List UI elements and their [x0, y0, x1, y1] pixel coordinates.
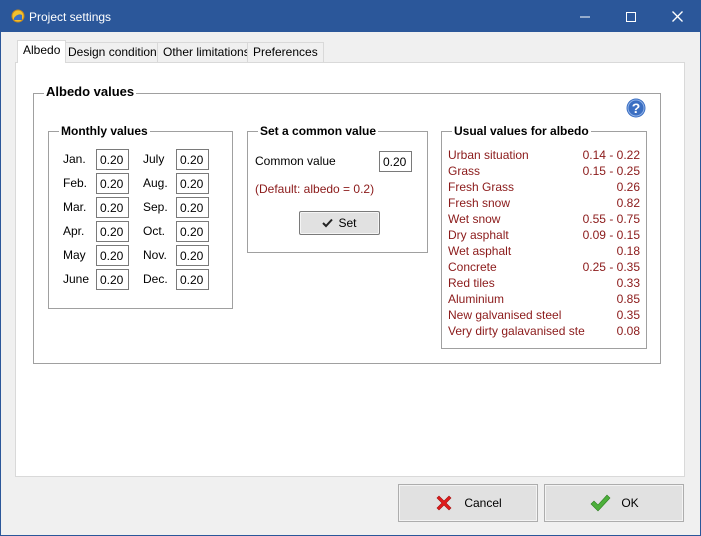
cancel-button-label: Cancel — [464, 496, 502, 510]
month-field-oct[interactable] — [176, 221, 209, 242]
month-label-feb: Feb. — [63, 176, 88, 190]
cancel-button[interactable]: Cancel — [398, 484, 538, 522]
common-value-label: Common value — [255, 154, 336, 168]
month-label-sep: Sep. — [143, 200, 168, 214]
albedo-values-title: Albedo values — [44, 84, 137, 99]
list-item: Dry asphalt 0.09 - 0.15 — [448, 228, 640, 242]
list-item: New galvanised steel 0.35 — [448, 308, 640, 322]
minimize-button[interactable] — [562, 1, 608, 32]
month-label-jun: June — [63, 272, 90, 286]
list-item: Red tiles 0.33 — [448, 276, 640, 290]
title-bar[interactable]: Project settings — [1, 1, 700, 32]
month-field-feb[interactable] — [96, 173, 129, 194]
month-label-jul: July — [143, 152, 165, 166]
month-label-apr: Apr. — [63, 224, 85, 238]
set-button-label: Set — [338, 216, 357, 230]
month-label-jan: Jan. — [63, 152, 86, 166]
list-item: Concrete 0.25 - 0.35 — [448, 260, 640, 274]
close-button[interactable] — [654, 1, 700, 32]
month-field-jan[interactable] — [96, 149, 129, 170]
sun-icon — [11, 9, 25, 23]
monthly-values-title: Monthly values — [59, 124, 150, 138]
red-x-icon — [436, 495, 452, 511]
month-label-may: May — [63, 248, 86, 262]
usual-values-title: Usual values for albedo — [452, 124, 591, 138]
checkmark-icon — [322, 218, 334, 228]
month-label-aug: Aug. — [143, 176, 168, 190]
tab-other-limitations[interactable]: Other limitations — [157, 42, 256, 62]
list-item: Wet asphalt 0.18 — [448, 244, 640, 258]
month-field-apr[interactable] — [96, 221, 129, 242]
list-item: Fresh snow 0.82 — [448, 196, 640, 210]
tab-albedo[interactable]: Albedo — [17, 40, 67, 63]
ok-button-label: OK — [621, 496, 639, 510]
list-item: Urban situation 0.14 - 0.22 — [448, 148, 640, 162]
list-item: Grass 0.15 - 0.25 — [448, 164, 640, 178]
month-field-dec[interactable] — [176, 269, 209, 290]
common-value-field[interactable] — [379, 151, 412, 172]
month-field-aug[interactable] — [176, 173, 209, 194]
month-field-jul[interactable] — [176, 149, 209, 170]
month-label-nov: Nov. — [143, 248, 167, 262]
common-value-group: Set a common value Common value (Default… — [247, 124, 428, 253]
month-label-dec: Dec. — [143, 272, 168, 286]
common-value-title: Set a common value — [258, 124, 379, 138]
list-item: Very dirty galavanised ste 0.08 — [448, 324, 640, 338]
month-field-sep[interactable] — [176, 197, 209, 218]
default-albedo-note: (Default: albedo = 0.2) — [255, 182, 375, 196]
set-button[interactable]: Set — [299, 211, 380, 235]
usual-values-group: Usual values for albedo Urban situation 0… — [441, 124, 647, 349]
month-field-jun[interactable] — [96, 269, 129, 290]
tab-preferences[interactable]: Preferences — [247, 42, 324, 62]
ok-button[interactable]: OK — [544, 484, 684, 522]
project-settings-window: Project settings Albedo Design condition… — [0, 0, 701, 536]
maximize-icon — [626, 11, 636, 22]
green-checkmark-icon — [590, 494, 611, 512]
svg-text:?: ? — [632, 100, 641, 116]
month-label-mar: Mar. — [63, 200, 87, 214]
maximize-button[interactable] — [608, 1, 654, 32]
list-item: Aluminium 0.85 — [448, 292, 640, 306]
month-label-oct: Oct. — [143, 224, 166, 238]
list-item: Fresh Grass 0.26 — [448, 180, 640, 194]
month-field-may[interactable] — [96, 245, 129, 266]
window-title: Project settings — [29, 10, 112, 24]
close-icon — [671, 11, 683, 22]
month-field-mar[interactable] — [96, 197, 129, 218]
month-field-nov[interactable] — [176, 245, 209, 266]
list-item: Wet snow 0.55 - 0.75 — [448, 212, 640, 226]
monthly-values-group: Monthly values Jan. July Feb. Aug. Mar. … — [48, 124, 233, 309]
help-icon[interactable]: ? — [626, 98, 646, 118]
minimize-icon — [580, 16, 590, 17]
tab-design-conditions[interactable]: Design conditions — [62, 42, 169, 62]
